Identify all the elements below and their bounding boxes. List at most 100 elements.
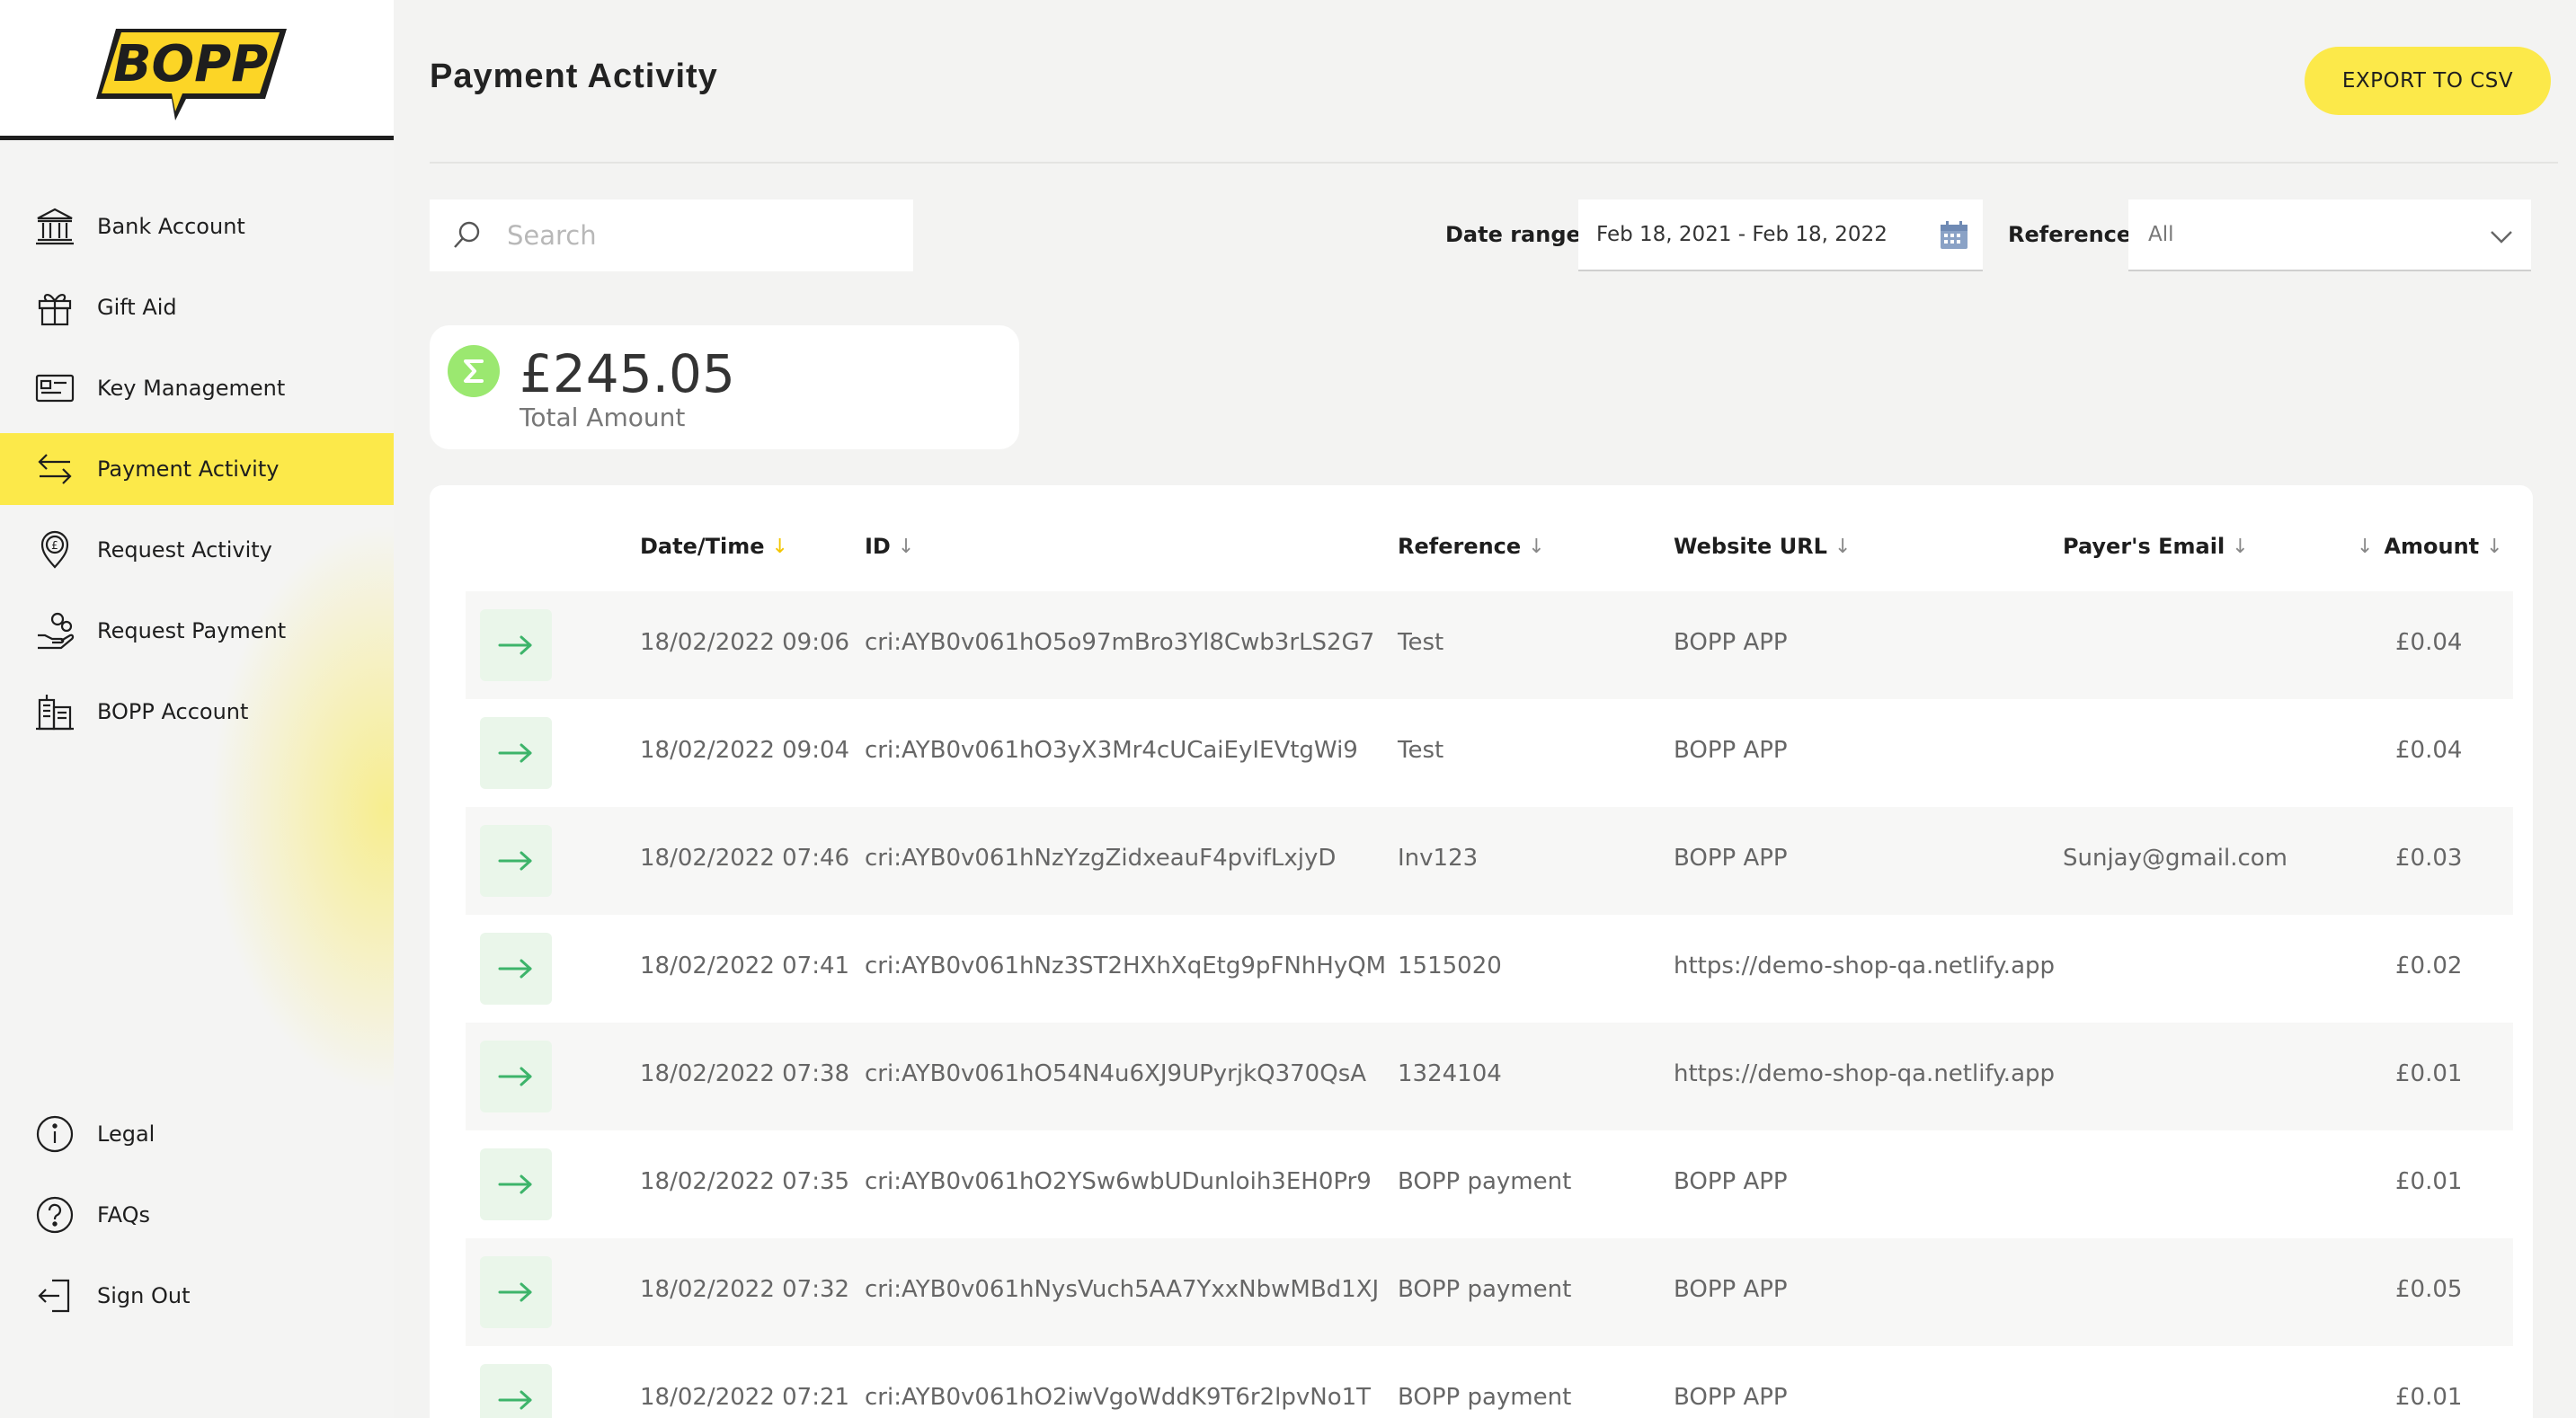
table-row[interactable]: 18/02/2022 07:32 cri:AYB0v061hNysVuch5AA… xyxy=(466,1238,2513,1346)
column-header-id[interactable]: ID ↓ xyxy=(865,534,914,559)
sort-arrow-icon: ↓ xyxy=(897,535,915,558)
sidebar-item-sign-out[interactable]: Sign Out xyxy=(0,1260,394,1332)
cell-website: BOPP APP xyxy=(1674,1276,1788,1303)
cell-datetime: 18/02/2022 07:46 xyxy=(640,845,850,872)
sidebar: BOPP Bank Account Gift Aid Key Managemen… xyxy=(0,0,394,1418)
cell-website: BOPP APP xyxy=(1674,629,1788,656)
key-card-icon xyxy=(34,368,76,409)
cell-id: cri:AYB0v061hO2YSw6wbUDunloih3EH0Pr9 xyxy=(865,1168,1372,1195)
search-box[interactable] xyxy=(430,199,913,271)
sidebar-item-label: Legal xyxy=(97,1121,155,1147)
sidebar-item-label: Gift Aid xyxy=(97,295,177,320)
sort-arrow-icon: ↓ xyxy=(771,535,788,558)
total-amount-card: £245.05 Total Amount xyxy=(430,325,1019,449)
cell-reference: Test xyxy=(1398,629,1444,656)
buildings-icon xyxy=(34,691,76,732)
logo[interactable]: BOPP xyxy=(0,0,394,140)
cell-datetime: 18/02/2022 09:06 xyxy=(640,629,850,656)
cell-reference: BOPP payment xyxy=(1398,1168,1572,1195)
sidebar-bottom-nav: Legal FAQs Sign Out xyxy=(0,1098,394,1341)
table-header: Date/Time ↓ ID ↓ Reference ↓ Website URL… xyxy=(430,534,2533,577)
table-row[interactable]: 18/02/2022 07:41 cri:AYB0v061hNz3ST2HXhX… xyxy=(466,915,2513,1023)
sidebar-item-faqs[interactable]: FAQs xyxy=(0,1179,394,1251)
sidebar-item-label: FAQs xyxy=(97,1202,150,1227)
column-header-label: ID xyxy=(865,534,891,559)
pound-location-icon: £ xyxy=(34,529,76,571)
reference-select-value: All xyxy=(2148,223,2174,246)
cell-id: cri:AYB0v061hO5o97mBro3Yl8Cwb3rLS2G7 xyxy=(865,629,1375,656)
date-range-value: Feb 18, 2021 - Feb 18, 2022 xyxy=(1596,223,1888,246)
table-row[interactable]: 18/02/2022 09:04 cri:AYB0v061hO3yX3Mr4cU… xyxy=(466,699,2513,807)
column-header-website[interactable]: Website URL ↓ xyxy=(1674,534,1851,559)
sidebar-item-request-payment[interactable]: Request Payment xyxy=(0,595,394,667)
cell-amount: £0.01 xyxy=(2395,1060,2463,1087)
reference-select[interactable]: All xyxy=(2128,199,2531,271)
cell-amount: £0.01 xyxy=(2395,1168,2463,1195)
transfer-arrows-icon xyxy=(34,448,76,490)
cell-email: Sunjay@gmail.com xyxy=(2063,845,2288,872)
table-row[interactable]: 18/02/2022 09:06 cri:AYB0v061hO5o97mBro3… xyxy=(466,591,2513,699)
table-row[interactable]: 18/02/2022 07:35 cri:AYB0v061hO2YSw6wbUD… xyxy=(466,1130,2513,1238)
search-input[interactable] xyxy=(507,220,902,251)
sidebar-item-label: Sign Out xyxy=(97,1283,191,1308)
hand-coins-icon xyxy=(34,610,76,651)
cell-reference: 1324104 xyxy=(1398,1060,1502,1087)
total-amount-value: £245.05 xyxy=(520,343,735,404)
sidebar-item-label: Key Management xyxy=(97,376,286,401)
sidebar-item-label: Bank Account xyxy=(97,214,245,239)
cell-amount: £0.04 xyxy=(2395,737,2463,764)
sidebar-item-gift-aid[interactable]: Gift Aid xyxy=(0,271,394,343)
cell-id: cri:AYB0v061hO3yX3Mr4cUCaiEyIEVtgWi9 xyxy=(865,737,1358,764)
incoming-payment-arrow-icon xyxy=(480,1364,552,1418)
cell-website: https://demo-shop-qa.netlify.app xyxy=(1674,1060,2056,1087)
cell-datetime: 18/02/2022 07:38 xyxy=(640,1060,850,1087)
bank-icon xyxy=(34,206,76,247)
column-header-email[interactable]: Payer's Email ↓ xyxy=(2063,534,2249,559)
cell-amount: £0.02 xyxy=(2395,953,2463,979)
bopp-logo: BOPP xyxy=(96,28,287,120)
table-row[interactable]: 18/02/2022 07:46 cri:AYB0v061hNzYzgZidxe… xyxy=(466,807,2513,915)
svg-text:£: £ xyxy=(51,539,58,552)
calendar-icon[interactable] xyxy=(1938,219,1970,252)
sidebar-item-request-activity[interactable]: £ Request Activity xyxy=(0,514,394,586)
cell-id: cri:AYB0v061hNz3ST2HXhXqEtg9pFNhHyQM xyxy=(865,953,1387,979)
incoming-payment-arrow-icon xyxy=(480,825,552,897)
sign-out-icon xyxy=(34,1275,76,1316)
sidebar-item-label: Payment Activity xyxy=(97,456,280,482)
column-header-datetime[interactable]: Date/Time ↓ xyxy=(640,534,788,559)
sidebar-item-key-management[interactable]: Key Management xyxy=(0,352,394,424)
chevron-down-icon xyxy=(2491,231,2512,244)
cell-id: cri:AYB0v061hNzYzgZidxeauF4pvifLxjyD xyxy=(865,845,1337,872)
sidebar-item-legal[interactable]: Legal xyxy=(0,1098,394,1170)
incoming-payment-arrow-icon xyxy=(480,609,552,681)
main-content: Payment Activity EXPORT TO CSV Date rang… xyxy=(394,0,2576,1418)
sidebar-item-bank-account[interactable]: Bank Account xyxy=(0,191,394,262)
table-row[interactable]: 18/02/2022 07:38 cri:AYB0v061hO54N4u6XJ9… xyxy=(466,1023,2513,1130)
sidebar-item-label: Request Payment xyxy=(97,618,287,643)
cell-reference: Test xyxy=(1398,737,1444,764)
incoming-payment-arrow-icon xyxy=(480,1148,552,1220)
column-header-amount[interactable]: ↓ Amount ↓ xyxy=(2357,534,2503,559)
sidebar-item-payment-activity[interactable]: Payment Activity xyxy=(0,433,394,505)
column-header-label: Date/Time xyxy=(640,534,765,559)
cell-datetime: 18/02/2022 07:35 xyxy=(640,1168,850,1195)
date-range-picker[interactable]: Feb 18, 2021 - Feb 18, 2022 xyxy=(1578,199,1983,271)
cell-id: cri:AYB0v061hNysVuch5AA7YxxNbwMBd1XJ xyxy=(865,1276,1380,1303)
cell-amount: £0.04 xyxy=(2395,629,2463,656)
incoming-payment-arrow-icon xyxy=(480,1041,552,1112)
sort-arrow-icon: ↓ xyxy=(2232,535,2249,558)
sort-arrow-icon: ↓ xyxy=(2486,535,2503,558)
sidebar-item-bopp-account[interactable]: BOPP Account xyxy=(0,676,394,748)
cell-amount: £0.03 xyxy=(2395,845,2463,872)
svg-text:BOPP: BOPP xyxy=(113,35,268,93)
sidebar-item-label: BOPP Account xyxy=(97,699,249,724)
table-row[interactable]: 18/02/2022 07:21 cri:AYB0v061hO2iwVgoWdd… xyxy=(466,1346,2513,1418)
cell-amount: £0.01 xyxy=(2395,1384,2463,1411)
export-csv-button[interactable]: EXPORT TO CSV xyxy=(2305,47,2551,115)
search-icon xyxy=(454,221,480,248)
cell-datetime: 18/02/2022 07:21 xyxy=(640,1384,850,1411)
sort-arrow-icon: ↓ xyxy=(2357,535,2374,558)
incoming-payment-arrow-icon xyxy=(480,933,552,1005)
column-header-label: Payer's Email xyxy=(2063,534,2225,559)
column-header-reference[interactable]: Reference ↓ xyxy=(1398,534,1545,559)
